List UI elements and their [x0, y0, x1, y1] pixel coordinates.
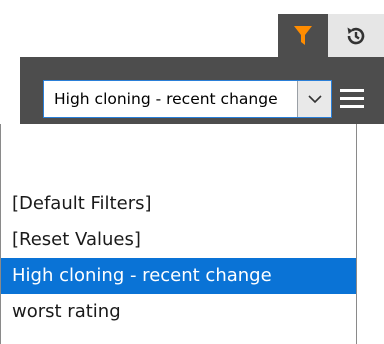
filter-combo-value: High cloning - recent change	[54, 90, 278, 108]
dropdown-item-worst-rating[interactable]: worst rating	[1, 294, 356, 330]
hamburger-menu-icon[interactable]	[340, 88, 370, 110]
filter-funnel-icon	[294, 25, 312, 45]
dropdown-item-empty[interactable]	[1, 132, 356, 168]
filter-panel: High cloning - recent change [Default Fi…	[0, 0, 384, 344]
filter-dropdown-list: [Default Filters] [Reset Values] High cl…	[0, 124, 357, 344]
combo-dropdown-button[interactable]	[297, 81, 331, 117]
chevron-down-icon	[307, 94, 322, 103]
filter-tab[interactable]	[278, 14, 328, 57]
dropdown-item-high-cloning[interactable]: High cloning - recent change	[1, 258, 356, 294]
history-icon	[347, 27, 365, 44]
dropdown-item-default-filters[interactable]: [Default Filters]	[1, 186, 356, 222]
filter-combo-box[interactable]: High cloning - recent change	[43, 80, 332, 118]
history-tab[interactable]	[328, 14, 384, 57]
dropdown-item-reset-values[interactable]: [Reset Values]	[1, 222, 356, 258]
